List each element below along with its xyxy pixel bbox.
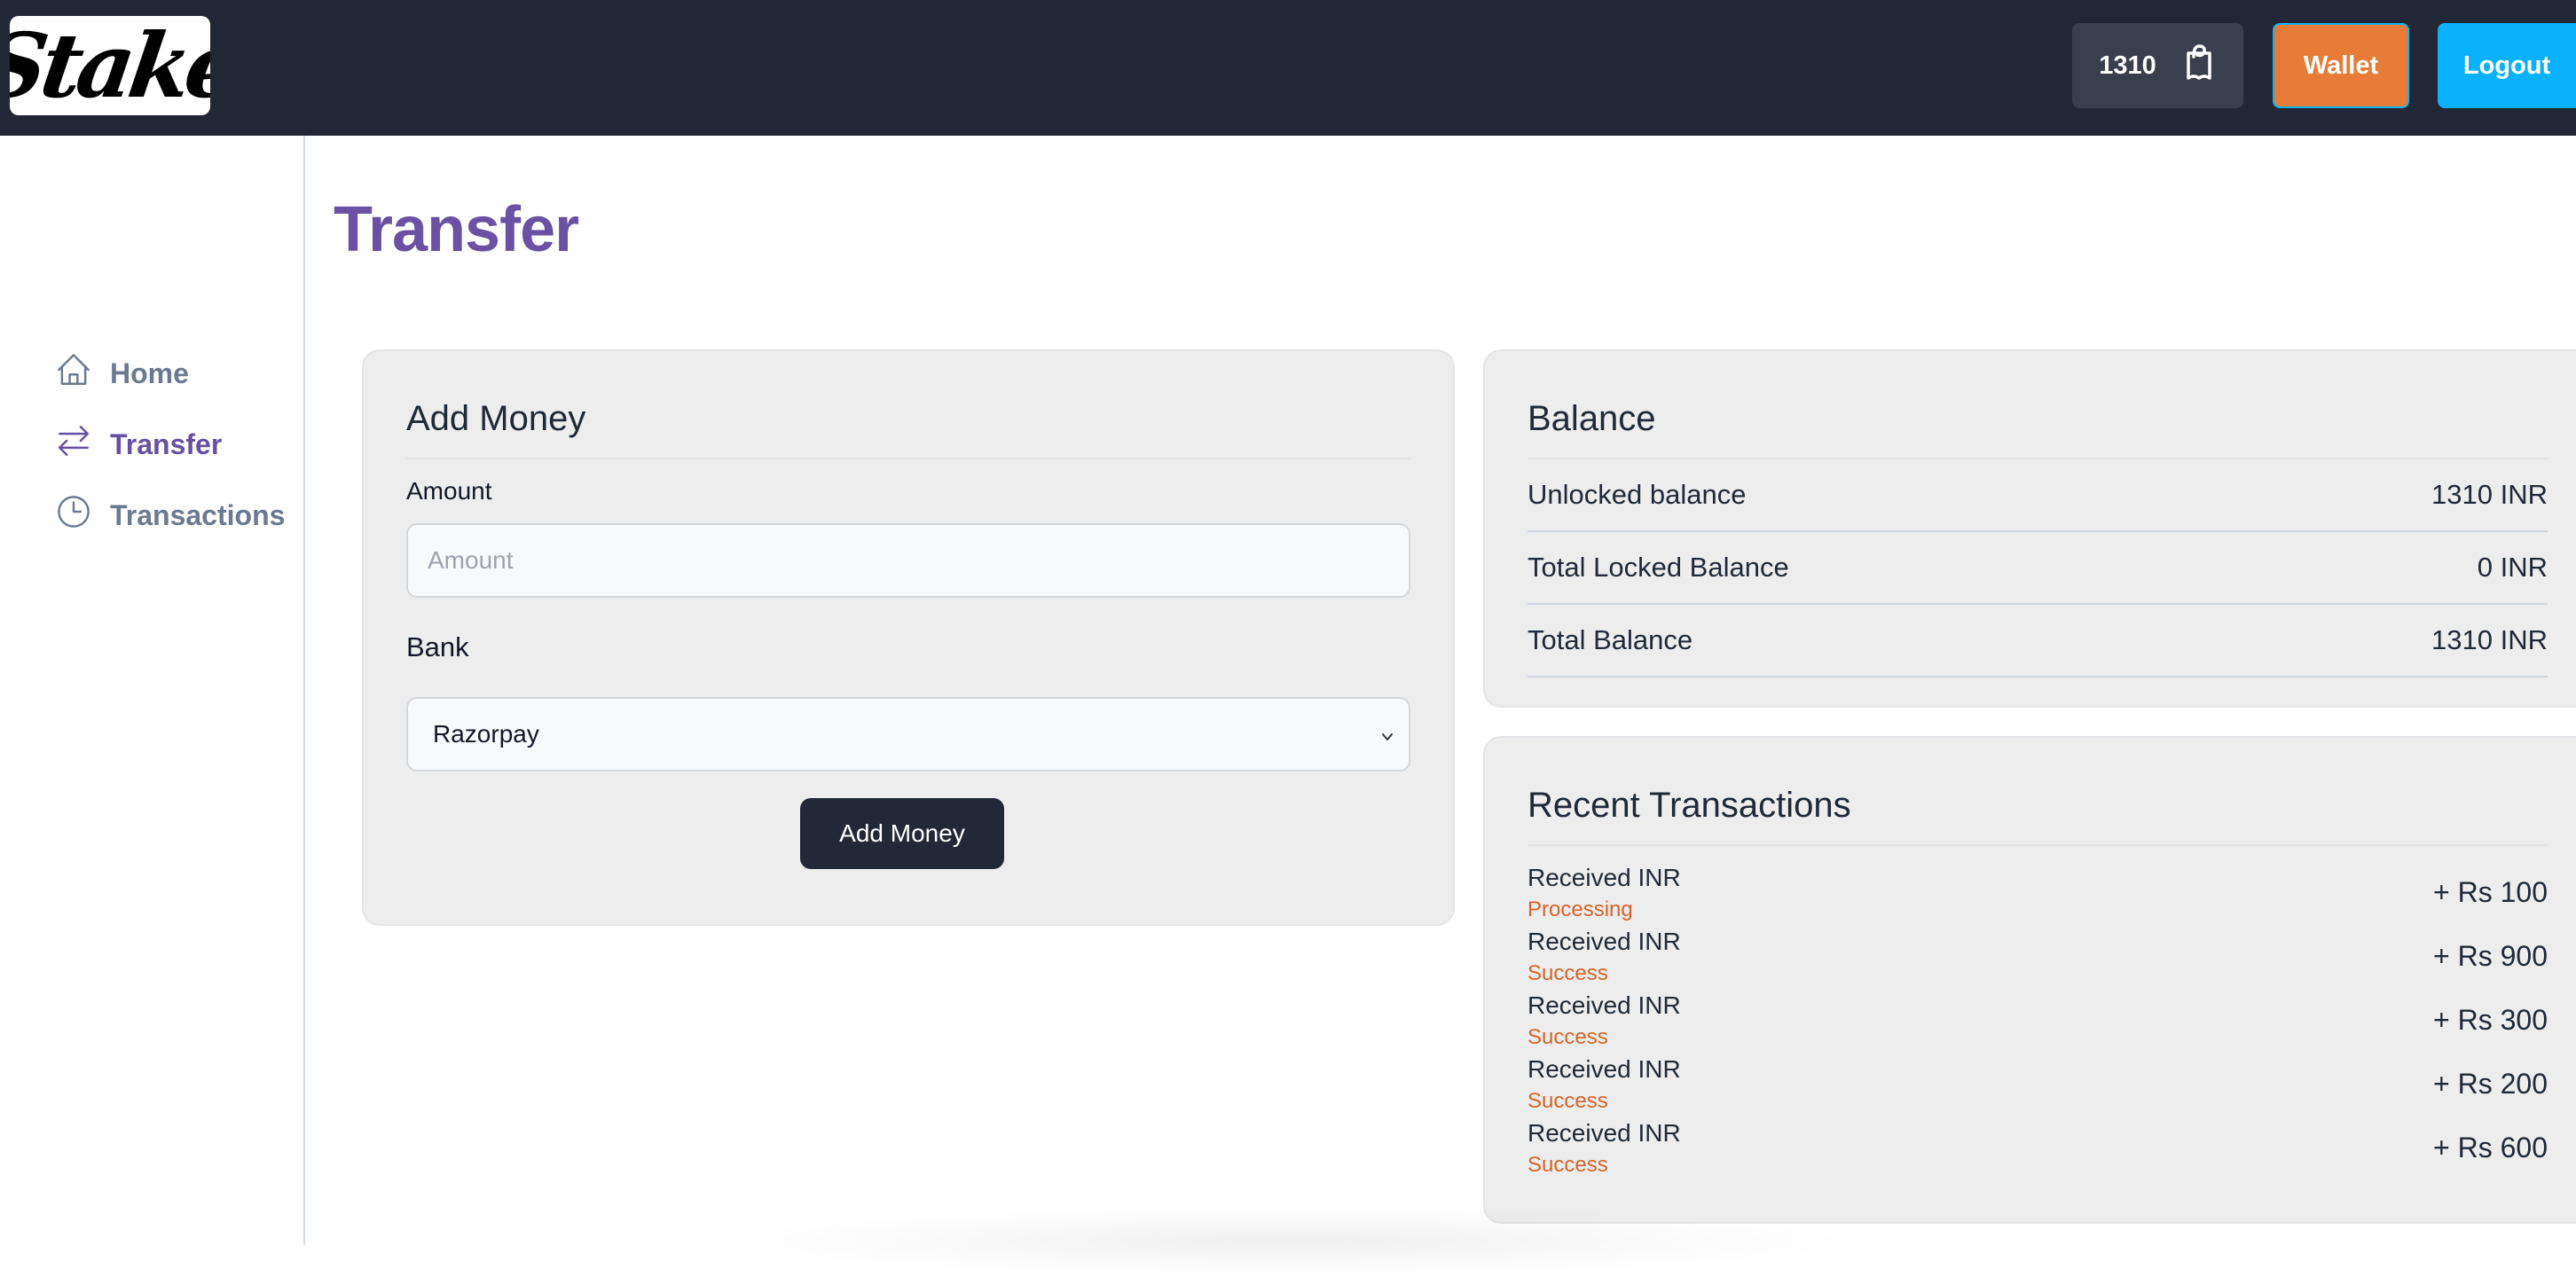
amount-input[interactable]: Amount [406,523,1410,598]
decorative-shadow [710,1206,1863,1277]
balance-row-unlocked: Unlocked balance 1310 INR [1528,459,2548,532]
add-money-title: Add Money [406,399,586,438]
transaction-title: Received INR [1528,991,1681,1019]
balance-row-label: Total Locked Balance [1528,552,1789,583]
balance-title: Balance [1528,399,1656,438]
sidebar-divider [303,136,305,1245]
sidebar-item-label: Transfer [110,427,223,460]
balance-row-locked: Total Locked Balance 0 INR [1528,532,2548,605]
shopping-bag-icon [2181,43,2217,89]
sidebar-item-label: Home [110,356,189,389]
transaction-row: Received INR Success + Rs 600 [1528,1119,2548,1183]
balance-row-label: Total Balance [1528,624,1693,655]
transaction-amount: + Rs 200 [2433,1068,2548,1100]
transaction-status: Processing [1528,897,1633,921]
transaction-row: Received INR Success + Rs 300 [1528,991,2548,1055]
transaction-row: Received INR Success + Rs 900 [1528,928,2548,991]
add-money-card: Add Money Amount Amount Bank Razorpay Ad… [362,349,1455,926]
arrows-right-left-icon [55,422,92,466]
chevron-down-icon [1378,724,1396,741]
divider [1528,844,2548,846]
amount-placeholder: Amount [428,546,514,574]
clock-icon [55,493,92,537]
page-title: Transfer [334,194,579,265]
transaction-title: Received INR [1528,1119,1681,1147]
sidebar-item-label: Transactions [110,498,286,531]
transaction-row: Received INR Success + Rs 200 [1528,1055,2548,1119]
balance-row-label: Unlocked balance [1528,479,1747,510]
transaction-title: Received INR [1528,864,1681,891]
transaction-title: Received INR [1528,1055,1681,1083]
transaction-amount: + Rs 300 [2433,1004,2548,1036]
bank-selected-value: Razorpay [433,720,539,748]
transaction-status: Success [1528,961,1608,985]
balance-chip[interactable]: 1310 [2072,23,2243,108]
recent-transactions-title: Recent Transactions [1528,786,1851,825]
transaction-amount: + Rs 100 [2433,876,2548,908]
sidebar-item-transfer[interactable]: Transfer [55,422,222,466]
wallet-button[interactable]: Wallet [2273,23,2409,108]
balance-row-total: Total Balance 1310 INR [1528,605,2548,678]
logo-text: Stake [10,16,210,115]
add-money-button[interactable]: Add Money [800,798,1004,869]
logout-button[interactable]: Logout [2438,23,2576,108]
transaction-amount: + Rs 600 [2433,1132,2548,1163]
transaction-amount: + Rs 900 [2433,940,2548,972]
bank-select[interactable]: Razorpay [406,697,1410,772]
header-balance: 1310 [2099,51,2156,80]
balance-row-value: 1310 INR [2431,479,2548,510]
transaction-status: Success [1528,1025,1608,1049]
transaction-row: Received INR Processing + Rs 100 [1528,864,2548,928]
amount-label: Amount [406,477,492,505]
home-icon [55,351,92,396]
top-navbar: Stake 1310 Wallet Logout [0,0,2576,136]
balance-card: Balance Unlocked balance 1310 INR Total … [1483,349,2576,708]
transaction-status: Success [1528,1089,1608,1113]
sidebar-item-transactions[interactable]: Transactions [55,493,285,537]
balance-row-value: 0 INR [2477,552,2548,583]
sidebar-item-home[interactable]: Home [55,351,189,396]
bank-label: Bank [406,631,469,662]
transaction-status: Success [1528,1153,1608,1177]
transaction-title: Received INR [1528,928,1681,955]
stake-logo[interactable]: Stake [10,16,210,115]
recent-transactions-card: Recent Transactions Received INR Process… [1483,736,2576,1224]
divider [406,458,1410,459]
balance-row-value: 1310 INR [2431,624,2548,655]
